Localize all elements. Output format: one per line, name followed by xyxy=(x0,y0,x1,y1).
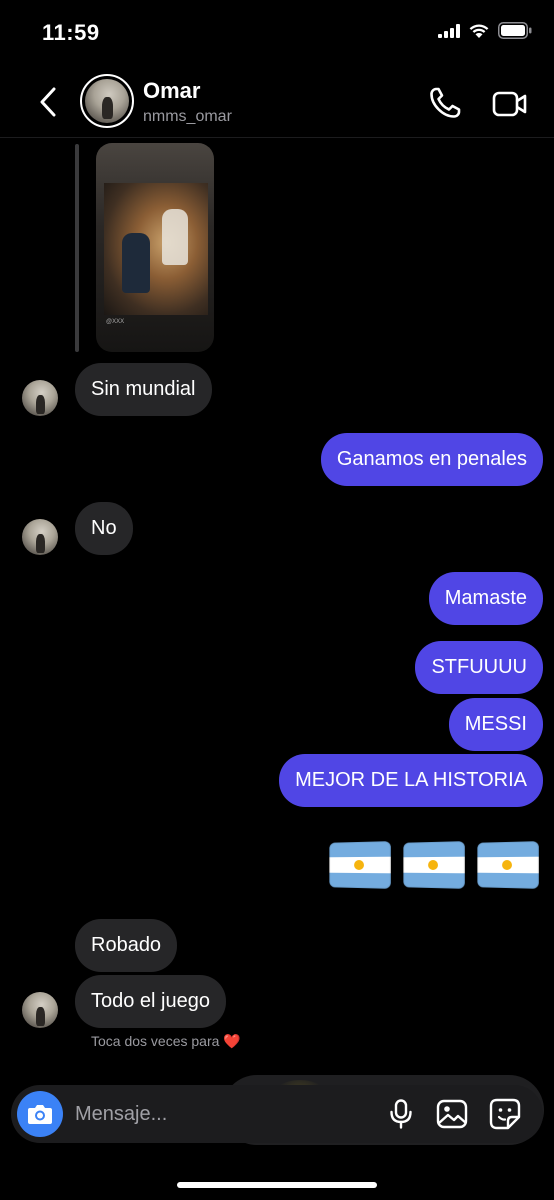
avatar xyxy=(85,79,129,123)
avatar[interactable] xyxy=(22,519,58,555)
message-incoming[interactable]: Robado xyxy=(75,919,178,972)
gallery-button[interactable] xyxy=(436,1099,468,1129)
message-composer: Mensaje... xyxy=(11,1085,543,1143)
video-camera-icon xyxy=(492,91,527,117)
shared-post-image xyxy=(104,183,208,315)
cellular-signal-icon xyxy=(438,23,460,38)
message-incoming[interactable]: No xyxy=(75,502,133,555)
status-time: 11:59 xyxy=(42,20,100,45)
back-icon xyxy=(40,87,56,117)
home-indicator[interactable] xyxy=(177,1182,377,1188)
sticker-icon xyxy=(489,1098,521,1130)
phone-icon xyxy=(430,87,461,118)
avatar[interactable] xyxy=(22,380,58,416)
heart-icon: ❤️ xyxy=(223,1033,241,1049)
hint-text: Toca dos veces para xyxy=(91,1033,220,1049)
message-outgoing[interactable]: STFUUUU xyxy=(415,641,543,694)
message-outgoing[interactable]: Ganamos en penales xyxy=(320,433,543,486)
contact-handle: nmms_omar xyxy=(143,108,232,125)
camera-button[interactable] xyxy=(17,1091,63,1137)
video-call-button[interactable] xyxy=(492,88,528,120)
contact-name[interactable]: Omar xyxy=(143,78,200,104)
microphone-button[interactable] xyxy=(387,1099,415,1129)
reply-bar xyxy=(75,144,79,352)
message-incoming[interactable]: Sin mundial xyxy=(75,363,212,416)
message-outgoing[interactable]: MESSI xyxy=(448,698,543,751)
status-bar: 11:59 xyxy=(0,0,554,66)
avatar[interactable] xyxy=(22,992,58,1028)
argentina-flag-icon xyxy=(477,841,539,889)
double-tap-hint: Toca dos veces para ❤️ xyxy=(91,1033,241,1050)
shared-post-caption: @XXX xyxy=(106,319,125,325)
back-button[interactable] xyxy=(34,84,62,120)
battery-icon xyxy=(498,22,532,39)
gallery-icon xyxy=(436,1099,468,1129)
message-outgoing[interactable]: Mamaste xyxy=(428,572,543,625)
status-icons xyxy=(438,22,532,39)
message-incoming[interactable]: Todo el juego xyxy=(75,975,226,1028)
camera-icon xyxy=(28,1105,52,1124)
message-input[interactable]: Mensaje... xyxy=(75,1085,365,1143)
wifi-icon xyxy=(469,24,489,38)
shared-post[interactable]: @XXX xyxy=(96,143,214,352)
voice-call-button[interactable] xyxy=(428,86,462,120)
microphone-icon xyxy=(390,1099,412,1129)
argentina-flag-icon xyxy=(403,841,465,889)
contact-avatar[interactable] xyxy=(80,74,134,128)
chat-header: Omar nmms_omar xyxy=(0,66,554,138)
argentina-flag-icon xyxy=(329,841,391,889)
message-outgoing-flags[interactable] xyxy=(328,841,539,889)
message-outgoing[interactable]: MEJOR DE LA HISTORIA xyxy=(279,754,543,807)
sticker-button[interactable] xyxy=(489,1098,521,1130)
